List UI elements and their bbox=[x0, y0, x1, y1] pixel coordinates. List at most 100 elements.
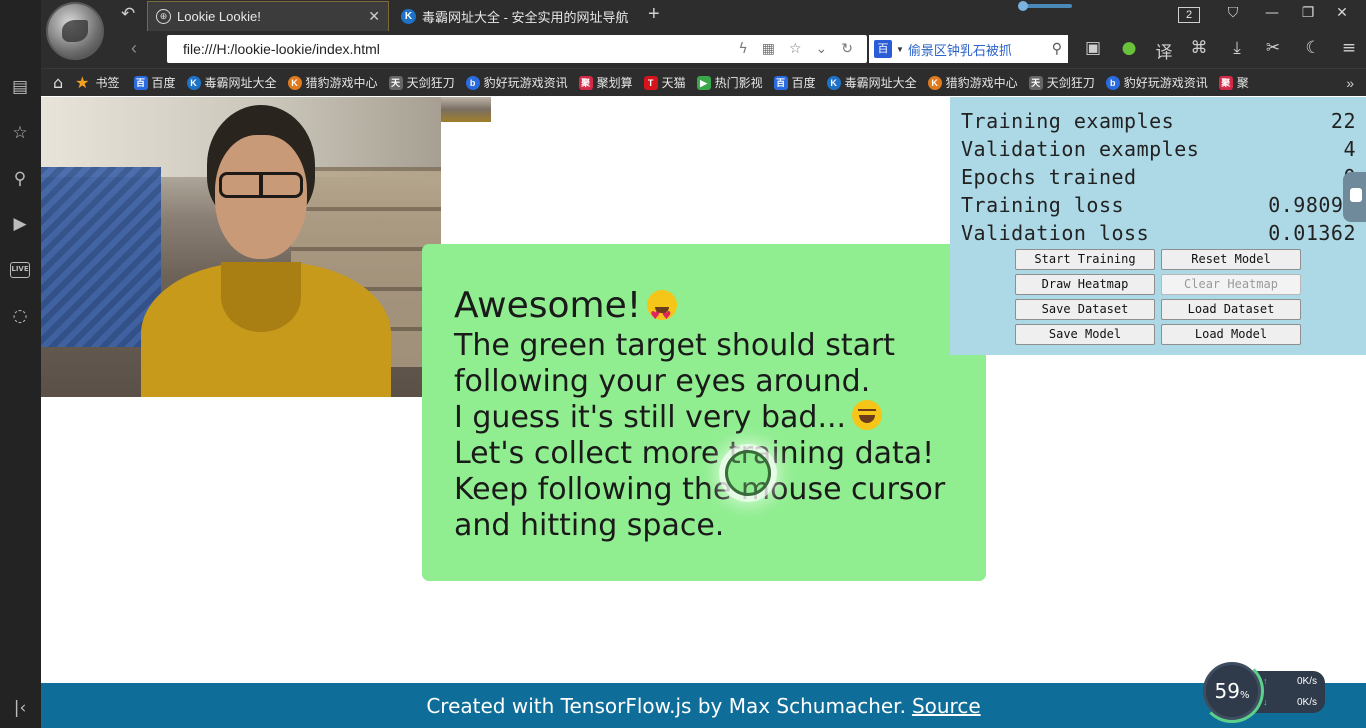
bookmark-item[interactable]: 聚聚 bbox=[1218, 74, 1249, 91]
bookmark-item[interactable]: 天天剑狂刀 bbox=[1028, 74, 1095, 91]
load-model-button[interactable]: Load Model bbox=[1161, 324, 1301, 345]
control-buttons: Start Training Reset Model Draw Heatmap … bbox=[1015, 249, 1301, 345]
video-icon[interactable]: ▶ bbox=[9, 213, 31, 235]
save-dataset-button[interactable]: Save Dataset bbox=[1015, 299, 1155, 320]
address-url[interactable]: file:///H:/lookie-lookie/index.html bbox=[183, 41, 738, 57]
source-link[interactable]: Source bbox=[912, 694, 981, 718]
message-line: I guess it's still very bad... bbox=[454, 400, 954, 436]
heart-eyes-emoji-icon bbox=[647, 290, 678, 338]
address-bar[interactable]: file:///H:/lookie-lookie/index.html ϟ ▦ … bbox=[167, 35, 867, 63]
gaze-target-circle bbox=[725, 450, 771, 496]
bookmark-item[interactable]: K 猎豹游戏中心 bbox=[287, 74, 378, 91]
chat-icon[interactable]: ◌ bbox=[9, 305, 31, 327]
stat-epochs-trained: Epochs trained0 bbox=[961, 165, 1356, 189]
bookmark-item[interactable]: 天天剑狂刀 bbox=[388, 74, 455, 91]
tab-lookie-lookie[interactable]: ⊕ Lookie Lookie! ✕ bbox=[147, 1, 389, 31]
minimize-icon[interactable]: — bbox=[1262, 5, 1282, 21]
search-box[interactable]: 百 ▼ 偷景区钟乳石被抓 ⚲ bbox=[869, 35, 1068, 63]
back-arrow-icon[interactable]: ‹ bbox=[131, 38, 137, 59]
bookmark-item[interactable]: K 猎豹游戏中心 bbox=[927, 74, 1018, 91]
qr-code-icon[interactable]: ▦ bbox=[762, 41, 775, 57]
training-stats-panel: Training examples 22 Validation examples 4… bbox=[950, 97, 1366, 355]
more-bookmarks-icon[interactable]: » bbox=[1346, 75, 1354, 91]
footer-text: Created with TensorFlow.js by Max Schuma… bbox=[426, 693, 906, 718]
bookmark-item[interactable]: b 豹好玩游戏资讯 bbox=[1105, 74, 1208, 91]
bookmark-item[interactable]: K 毒霸网址大全 bbox=[826, 74, 917, 91]
browser-sidebar: ▤ ☆ ⚲ ▶ LIVE ◌ |‹ bbox=[0, 0, 41, 728]
star-icon: ★ bbox=[75, 73, 90, 92]
network-speed-widget[interactable]: ↑ 0K/s ↓ 0K/s 59% bbox=[1200, 659, 1325, 723]
close-window-icon[interactable]: ✕ bbox=[1332, 5, 1352, 21]
bookmark-item[interactable]: T 天猫 bbox=[643, 74, 686, 91]
b-logo-icon: b bbox=[1105, 75, 1120, 90]
game-icon: 天 bbox=[388, 75, 403, 90]
download-icon[interactable]: ⤓ bbox=[1226, 38, 1248, 58]
k-logo-icon: K bbox=[401, 8, 416, 24]
reset-model-button[interactable]: Reset Model bbox=[1161, 249, 1301, 270]
lightning-icon[interactable]: ϟ bbox=[738, 41, 747, 57]
game-icon: 天 bbox=[1028, 75, 1043, 90]
restore-icon[interactable]: ❐ bbox=[1298, 5, 1318, 21]
network-speed-panel: ↑ 0K/s ↓ 0K/s bbox=[1255, 671, 1325, 713]
clear-heatmap-button[interactable]: Clear Heatmap bbox=[1161, 274, 1301, 295]
collapse-sidebar-icon[interactable]: |‹ bbox=[9, 697, 31, 719]
image-icon[interactable]: ▣ bbox=[1082, 38, 1104, 58]
save-model-button[interactable]: Save Model bbox=[1015, 324, 1155, 345]
scissors-icon[interactable]: ✂ bbox=[1262, 38, 1284, 58]
draw-heatmap-button[interactable]: Draw Heatmap bbox=[1015, 274, 1155, 295]
bookmark-item[interactable]: 聚聚划算 bbox=[578, 74, 633, 91]
globe-icon: ⊕ bbox=[156, 9, 171, 24]
home-icon[interactable]: ⌂ bbox=[53, 73, 63, 92]
chevron-down-icon[interactable]: ⌄ bbox=[816, 41, 828, 57]
message-title: Awesome! bbox=[454, 284, 954, 338]
close-tab-icon[interactable]: ✕ bbox=[368, 8, 380, 25]
tab-title: Lookie Lookie! bbox=[177, 9, 261, 24]
night-mode-moon-icon[interactable]: ☾ bbox=[1302, 38, 1324, 58]
baidu-paw-icon[interactable]: 百 bbox=[874, 40, 892, 58]
new-tab-plus-icon[interactable]: + bbox=[648, 3, 660, 26]
stat-validation-examples: Validation examples 4 bbox=[961, 137, 1356, 161]
menu-icon[interactable]: ≡ bbox=[1338, 38, 1360, 58]
undo-close-tab-icon[interactable]: ↶ bbox=[121, 4, 135, 24]
bookmark-item[interactable]: 百百度 bbox=[133, 74, 176, 91]
tab-count-badge[interactable]: 2 bbox=[1178, 7, 1200, 23]
bookmark-item[interactable]: 百百度 bbox=[773, 74, 816, 91]
play-icon: ▶ bbox=[696, 75, 711, 90]
upload-speed: 0K/s bbox=[1296, 676, 1317, 687]
bookmarks-folder[interactable]: 书签 bbox=[96, 74, 120, 91]
start-training-button[interactable]: Start Training bbox=[1015, 249, 1155, 270]
b-logo-icon: b bbox=[465, 75, 480, 90]
gamepad-icon[interactable]: ⌘ bbox=[1188, 38, 1210, 58]
tab-duba-nav[interactable]: K 毒霸网址大全 - 安全实用的网址导航 bbox=[393, 1, 641, 31]
bookmark-star-icon[interactable]: ☆ bbox=[789, 41, 802, 57]
bookmark-item[interactable]: K 毒霸网址大全 bbox=[186, 74, 277, 91]
tab-title: 毒霸网址大全 - 安全实用的网址导航 bbox=[422, 9, 629, 25]
volume-slider[interactable] bbox=[1018, 1, 1072, 11]
baidu-icon: 百 bbox=[133, 75, 148, 90]
live-icon[interactable]: LIVE bbox=[10, 262, 30, 278]
news-icon[interactable]: ▤ bbox=[9, 76, 31, 98]
skin-shirt-icon[interactable]: ⛉ bbox=[1223, 5, 1243, 21]
bookmarks-bar: ⌂ ★ 书签 百百度 K 毒霸网址大全 K 猎豹游戏中心 天天剑狂刀 b 豹好玩游戏资… bbox=[41, 68, 1366, 96]
message-line: following your eyes around. bbox=[454, 364, 871, 399]
k-logo-icon: K bbox=[186, 75, 201, 90]
load-dataset-button[interactable]: Load Dataset bbox=[1161, 299, 1301, 320]
k-logo-icon: K bbox=[927, 75, 942, 90]
message-line: and hitting space. bbox=[454, 508, 725, 543]
baidu-icon: 百 bbox=[773, 75, 788, 90]
favorites-star-icon[interactable]: ☆ bbox=[9, 122, 31, 144]
bookmark-item[interactable]: b 豹好玩游戏资讯 bbox=[465, 74, 568, 91]
reload-icon[interactable]: ↻ bbox=[841, 41, 853, 57]
search-icon[interactable]: ⚲ bbox=[1052, 41, 1062, 57]
engine-dropdown-icon[interactable]: ▼ bbox=[896, 45, 904, 54]
cpu-usage-arc bbox=[1200, 659, 1264, 723]
page-content: Awesome! The green target should start f… bbox=[41, 97, 1366, 728]
translate-icon[interactable]: 译 bbox=[1153, 38, 1175, 63]
search-icon[interactable]: ⚲ bbox=[9, 168, 31, 190]
search-input[interactable]: 偷景区钟乳石被抓 bbox=[908, 40, 1052, 59]
bookmark-item[interactable]: ▶ 热门影视 bbox=[696, 74, 763, 91]
browser-logo[interactable] bbox=[46, 2, 104, 60]
wechat-icon[interactable]: ● bbox=[1118, 38, 1140, 58]
side-panel-handle-icon[interactable] bbox=[1343, 172, 1366, 222]
webcam-video bbox=[41, 97, 441, 397]
